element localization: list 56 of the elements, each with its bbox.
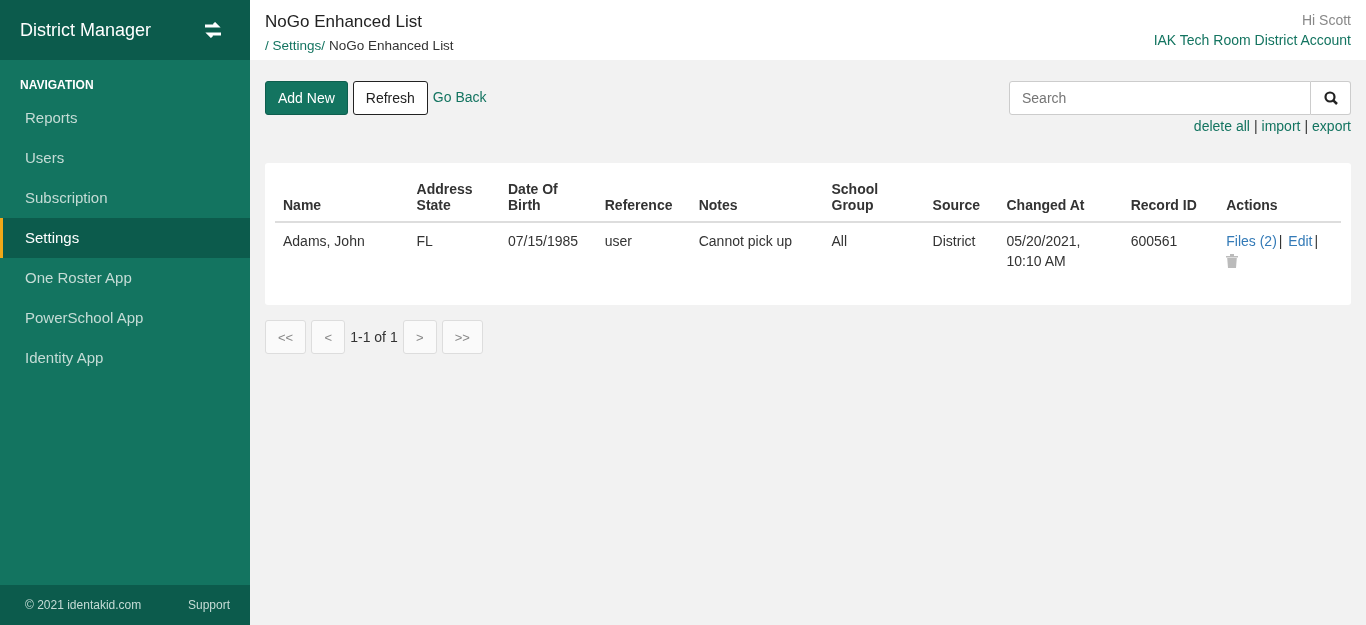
column-header: Changed At [998,173,1123,222]
action-link[interactable]: delete all [1193,118,1250,134]
separator: | [1314,233,1319,249]
column-header: Actions [1218,173,1341,222]
nav-item[interactable]: One Roster App [0,258,250,298]
first-page-button[interactable]: << [265,320,307,354]
table-cell: Adams, John [275,222,409,279]
table-cell: All [823,222,925,279]
column-header: Reference [596,173,691,222]
nav-item[interactable]: Subscription [0,178,250,218]
nav-item[interactable]: Users [0,138,250,178]
previous-page-button[interactable]: < [311,320,346,354]
support-link[interactable]: Support [187,598,230,612]
nav-item[interactable]: Reports [0,98,250,138]
table-cell: 07/15/1985 [500,222,597,279]
table-cell: District [924,222,999,279]
column-header: Notes [690,173,824,222]
last-page-button[interactable]: >> [441,320,483,354]
column-header: Name [275,173,409,222]
column-header: Date Of Birth [500,173,597,222]
page-title: NoGo Enhanced List [265,12,423,32]
search-field[interactable]: Search [1009,81,1311,115]
add-new-button[interactable]: Add New [265,81,348,115]
table-cell: FL [408,222,500,279]
row-action-link[interactable]: Edit [1288,233,1313,249]
column-header: Address State [408,173,500,222]
search-button[interactable] [1311,81,1351,115]
go-back-link[interactable]: Go Back [432,89,487,105]
app-title: District Manager [20,19,152,41]
breadcrumb-link[interactable]: / Settings/ [265,38,326,53]
table-cell: 05/20/2021, 10:10 AM [998,222,1123,279]
refresh-button[interactable]: Refresh [352,81,428,115]
breadcrumb-current: NoGo Enhanced List [329,38,454,53]
separator: | [1253,118,1258,134]
column-header: School Group [823,173,925,222]
row-action-link[interactable]: Files (2) [1226,233,1277,249]
separator: | [1278,233,1283,249]
nav-item[interactable]: Settings [0,218,250,258]
copyright-text: © 2021 identakid.com [25,598,142,612]
separator: | [1304,118,1309,134]
nav-item[interactable]: PowerSchool App [0,298,250,338]
table-cell: user [596,222,691,279]
account-link[interactable]: IAK Tech Room District Account [1153,32,1351,48]
action-link[interactable]: export [1312,118,1351,134]
table-cell: 600561 [1122,222,1219,279]
search-icon [1323,91,1338,105]
column-header: Record ID [1122,173,1219,222]
next-page-button[interactable]: > [402,320,437,354]
table-cell: Cannot pick up [690,222,824,279]
nav-item[interactable]: Identity App [0,338,250,378]
column-header: Source [924,173,999,222]
action-link[interactable]: import [1261,118,1301,134]
page-info: 1-1 of 1 [350,329,398,345]
section-heading: NAVIGATION [19,77,95,94]
greeting-text: Hi Scott [1302,12,1351,28]
swap-arrows-icon[interactable] [204,22,222,38]
